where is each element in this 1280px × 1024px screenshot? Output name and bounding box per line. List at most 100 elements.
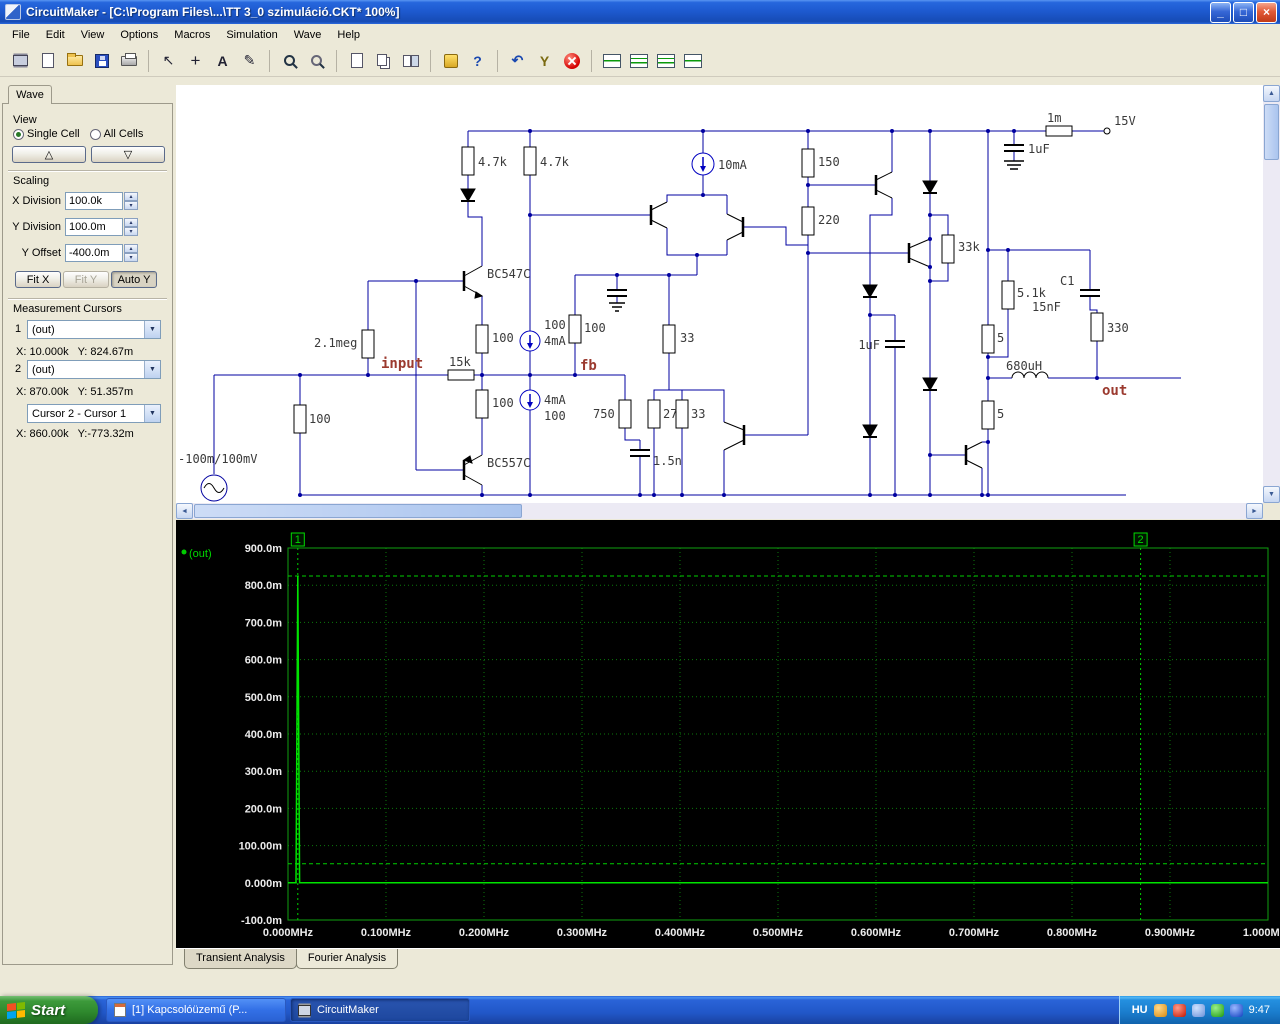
cursor-diff-select[interactable]: Cursor 2 - Cursor 1 ▼: [27, 404, 161, 423]
zoom-tool-button[interactable]: [304, 48, 329, 73]
x-division-input[interactable]: 100.0k: [65, 192, 123, 210]
menu-options[interactable]: Options: [112, 26, 166, 44]
chevron-down-icon[interactable]: ▼: [144, 361, 160, 378]
draw-tool-button[interactable]: ✎: [237, 48, 262, 73]
waveform-plot[interactable]: 1 2 (out) 900.0m 800.0m 700.0m 600.0m 50…: [176, 520, 1280, 948]
component-label: 15k: [449, 355, 471, 369]
cursor2-signal-select[interactable]: (out) ▼: [27, 360, 161, 379]
fit-y-button[interactable]: Fit Y: [63, 271, 109, 288]
auto-y-button[interactable]: Auto Y: [111, 271, 157, 288]
menu-macros[interactable]: Macros: [166, 26, 218, 44]
radio-all-cells[interactable]: All Cells: [90, 128, 144, 140]
radio-dot: [13, 129, 24, 140]
menu-file[interactable]: File: [4, 26, 38, 44]
probe-tool-button[interactable]: [438, 48, 463, 73]
new-file-button[interactable]: [35, 48, 60, 73]
close-button[interactable]: ×: [1256, 2, 1277, 23]
horizontal-scrollbar[interactable]: ◄ ►: [176, 503, 1263, 519]
maximize-button[interactable]: □: [1233, 2, 1254, 23]
split-view-button[interactable]: [398, 48, 423, 73]
scroll-down-button[interactable]: ▼: [1263, 486, 1280, 503]
minimize-button[interactable]: _: [1210, 2, 1231, 23]
help-button[interactable]: ?: [465, 48, 490, 73]
undo-button[interactable]: ↶: [505, 48, 530, 73]
copy-button[interactable]: [371, 48, 396, 73]
open-file-button[interactable]: [62, 48, 87, 73]
horizontal-scroll-thumb[interactable]: [194, 504, 522, 518]
spin-up-button[interactable]: ▴: [124, 192, 138, 201]
tray-icon-2[interactable]: [1173, 1004, 1186, 1017]
measurement-cursors-title: Measurement Cursors: [13, 303, 122, 315]
scope-window-button-4[interactable]: [680, 48, 705, 73]
spin-up-button[interactable]: ▴: [124, 218, 138, 227]
save-button[interactable]: [89, 48, 114, 73]
toolbar-separator: [148, 50, 149, 72]
component-label: 33k: [958, 240, 980, 254]
cursor1-signal-select[interactable]: (out) ▼: [27, 320, 161, 339]
component-label: 15nF: [1032, 300, 1061, 314]
place-part-button[interactable]: +: [183, 48, 208, 73]
move-wave-up-button[interactable]: △: [12, 146, 86, 163]
waveform-icon: [630, 54, 648, 68]
zoom-in-button[interactable]: [277, 48, 302, 73]
wire-tool-button[interactable]: Y: [532, 48, 557, 73]
stop-simulation-button[interactable]: [559, 48, 584, 73]
x-tick: 0.900MHz: [1145, 927, 1196, 939]
x-tick: 0.700MHz: [949, 927, 1000, 939]
y-division-input[interactable]: 100.0m: [65, 218, 123, 236]
fit-x-button[interactable]: Fit X: [15, 271, 61, 288]
legend-signal-name: (out): [189, 548, 212, 560]
radio-single-cell[interactable]: Single Cell: [13, 128, 80, 140]
spin-down-button[interactable]: ▾: [124, 227, 138, 236]
vertical-scroll-thumb[interactable]: [1264, 104, 1279, 160]
tab-wave[interactable]: Wave: [8, 85, 52, 104]
clock: 9:47: [1249, 1004, 1270, 1016]
schematic-canvas[interactable]: 4.7k 4.7k 10mA 150 220 33k 1uF 1m 15V BC…: [176, 85, 1263, 503]
text-tool-button[interactable]: A: [210, 48, 235, 73]
taskbar-task-circuitmaker[interactable]: CircuitMaker: [290, 998, 470, 1022]
scope-window-button-1[interactable]: [599, 48, 624, 73]
wave-panel-box: View Single Cell All Cells △ ▽ Scaling X…: [2, 103, 173, 965]
spin-down-button[interactable]: ▾: [124, 253, 138, 262]
taskbar-task-document[interactable]: [1] Kapcsolóüzemű (P...: [106, 998, 286, 1022]
y-tick: 400.0m: [245, 729, 283, 741]
cursor-markers[interactable]: 1 2: [291, 533, 1147, 546]
chevron-down-icon[interactable]: ▼: [144, 405, 160, 422]
capacitors: [607, 145, 1100, 456]
menu-help[interactable]: Help: [329, 26, 368, 44]
tab-fourier-analysis[interactable]: Fourier Analysis: [296, 949, 398, 969]
tray-icon-1[interactable]: [1154, 1004, 1167, 1017]
select-tool-button[interactable]: ↖: [156, 48, 181, 73]
menu-edit[interactable]: Edit: [38, 26, 73, 44]
component-label: 27: [663, 407, 677, 421]
tray-icon-4[interactable]: [1230, 1004, 1243, 1017]
component-label: 100: [492, 396, 514, 410]
vertical-scrollbar[interactable]: ▲ ▼: [1263, 85, 1280, 503]
tab-transient-analysis[interactable]: Transient Analysis: [184, 949, 297, 969]
help-icon: ?: [473, 53, 482, 69]
start-button[interactable]: Start: [0, 996, 98, 1024]
scope-window-button-2[interactable]: [626, 48, 651, 73]
part-browser-button[interactable]: [8, 48, 33, 73]
schematic-area: 4.7k 4.7k 10mA 150 220 33k 1uF 1m 15V BC…: [176, 85, 1280, 519]
scroll-up-button[interactable]: ▲: [1263, 85, 1280, 102]
y-offset-input[interactable]: -400.0m: [65, 244, 123, 262]
component-label: BC547C: [487, 267, 530, 281]
menu-wave[interactable]: Wave: [286, 26, 330, 44]
spin-down-button[interactable]: ▾: [124, 201, 138, 210]
language-indicator[interactable]: HU: [1132, 1004, 1148, 1016]
scope-window-button-3[interactable]: [653, 48, 678, 73]
move-wave-down-button[interactable]: ▽: [91, 146, 165, 163]
scroll-left-button[interactable]: ◄: [176, 503, 193, 519]
find-button[interactable]: [344, 48, 369, 73]
menu-view[interactable]: View: [73, 26, 113, 44]
print-button[interactable]: [116, 48, 141, 73]
volume-icon[interactable]: [1192, 1004, 1205, 1017]
tray-icon-3[interactable]: [1211, 1004, 1224, 1017]
chevron-down-icon[interactable]: ▼: [144, 321, 160, 338]
menu-simulation[interactable]: Simulation: [218, 26, 285, 44]
net-label-fb: fb: [580, 358, 597, 374]
spin-up-button[interactable]: ▴: [124, 244, 138, 253]
scroll-right-button[interactable]: ►: [1246, 503, 1263, 519]
task-label: CircuitMaker: [317, 1004, 379, 1016]
